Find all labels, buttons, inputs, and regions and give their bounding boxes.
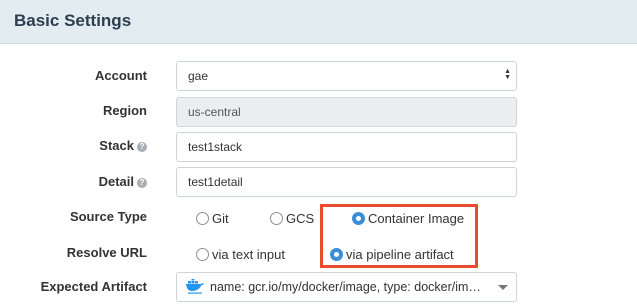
- radio-unchecked-icon: [270, 211, 283, 225]
- stack-value: test1stack: [188, 140, 243, 154]
- radio-unchecked-icon: [196, 211, 209, 225]
- help-icon[interactable]: ?: [137, 142, 147, 152]
- account-value: gae: [188, 69, 209, 83]
- help-icon[interactable]: ?: [137, 178, 147, 188]
- select-arrows-icon: ▲ ▼: [504, 68, 511, 81]
- stack-label-row: Stack?: [7, 137, 147, 155]
- region-field: us-central: [176, 97, 517, 127]
- detail-value: test1detail: [188, 175, 243, 189]
- region-label: Region: [102, 103, 147, 118]
- radio-label-git: Git: [212, 210, 229, 226]
- chevron-down-icon: [498, 285, 508, 290]
- radio-unchecked-icon: [196, 247, 209, 261]
- expected-artifact-value: name: gcr.io/my/docker/image, type: dock…: [210, 280, 481, 294]
- detail-label: Detail: [98, 174, 134, 189]
- account-select[interactable]: gae ▲ ▼: [176, 61, 517, 91]
- expected-artifact-select[interactable]: name: gcr.io/my/docker/image, type: dock…: [176, 272, 517, 302]
- stack-input[interactable]: test1stack: [176, 132, 517, 162]
- section-header: Basic Settings: [0, 0, 637, 44]
- source-type-git-radio[interactable]: Git: [196, 209, 229, 227]
- source-type-gcs-radio[interactable]: GCS: [270, 209, 314, 227]
- radio-label-gcs: GCS: [286, 210, 315, 226]
- region-value: us-central: [188, 105, 241, 119]
- resolve-url-label: Resolve URL: [66, 245, 147, 260]
- stack-label: Stack: [99, 138, 134, 153]
- expected-artifact-label: Expected Artifact: [40, 279, 147, 294]
- account-label: Account: [95, 68, 147, 83]
- basic-settings-panel: Basic Settings Account gae ▲ ▼ Region us-…: [0, 0, 637, 308]
- radio-label-text-input: via text input: [212, 246, 285, 262]
- detail-input[interactable]: test1detail: [176, 167, 517, 197]
- highlight-box: [320, 204, 478, 268]
- docker-icon: [186, 279, 204, 294]
- resolve-url-text-input-radio[interactable]: via text input: [196, 245, 285, 263]
- detail-label-row: Detail?: [7, 173, 147, 191]
- section-title: Basic Settings: [14, 11, 132, 30]
- source-type-label: Source Type: [69, 209, 147, 224]
